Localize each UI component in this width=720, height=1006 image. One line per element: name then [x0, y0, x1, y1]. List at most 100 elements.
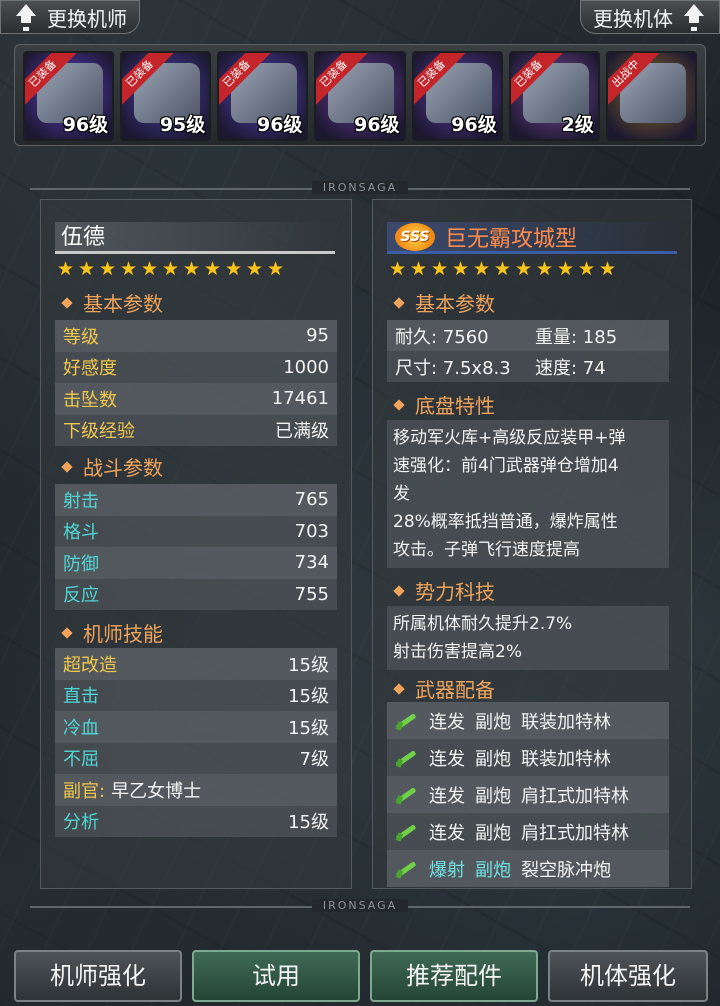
diamond-icon	[393, 398, 405, 411]
mech-stat-row: 尺寸: 7.5x8.3 速度: 74	[387, 351, 669, 382]
chassis-text-line: 发	[393, 484, 410, 504]
star-icon	[225, 260, 244, 279]
change-pilot-button[interactable]: 更换机师	[0, 0, 140, 34]
mech-chassis-title-label: 底盘特性	[415, 394, 495, 418]
stat-row: 分析 15级	[55, 806, 337, 838]
divider-bottom-label: IRONSAGA	[312, 899, 408, 912]
weapon-name: 肩扛式加特林	[521, 822, 629, 844]
star-icon	[78, 260, 97, 279]
weapon-row[interactable]: 连发 副炮 联装加特林	[387, 702, 669, 739]
stat-row: 击坠数 17461	[55, 383, 337, 415]
equipment-level: 96级	[354, 114, 400, 136]
star-icon	[389, 260, 408, 279]
adjutant-value: 早乙女博士	[111, 780, 202, 802]
faction-text-line: 所属机体耐久提升2.7%	[393, 614, 573, 634]
weapon-row[interactable]: 连发 副炮 联装加特林	[387, 739, 669, 776]
stat-label: 不屈	[63, 749, 99, 771]
mech-panel: SSS 巨无霸攻城型 基本参数 耐久: 7560 重量: 185 尺寸: 7.5x8…	[372, 199, 692, 889]
top-bar: 更换机师 更换机体	[0, 0, 720, 44]
pilot-enhance-button[interactable]: 机师强化	[14, 950, 182, 1002]
weapon-name: 联装加特林	[521, 748, 611, 770]
pilot-combat-title-label: 战斗参数	[83, 456, 163, 480]
star-icon	[183, 260, 202, 279]
stat-value: 734	[294, 552, 329, 574]
weapon-row[interactable]: 连发 副炮 肩扛式加特林	[387, 776, 669, 813]
star-icon	[120, 260, 139, 279]
mech-faction-desc: 所属机体耐久提升2.7% 射击伤害提高2%	[387, 606, 669, 670]
chassis-text-line: 移动军火库+高级反应装甲+弹	[393, 428, 626, 448]
recommend-parts-button[interactable]: 推荐配件	[370, 950, 538, 1002]
pilot-combat-block: 射击 765 格斗 703 防御 734 反应 755	[55, 484, 337, 610]
star-icon	[162, 260, 181, 279]
stat-row: 反应 755	[55, 579, 337, 611]
stat-value: 15级	[288, 686, 329, 708]
equipment-slot[interactable]: 已装备 96级	[314, 51, 406, 141]
pilot-skill-block: 超改造 15级 直击 15级 冷血 15级 不屈 7级 副官: 早乙女博士 分析 15级	[55, 648, 337, 837]
equipment-slot[interactable]: 已装备 95级	[120, 51, 212, 141]
trial-button[interactable]: 试用	[192, 950, 360, 1002]
weapon-mode: 连发	[429, 748, 465, 770]
upload-arrow-icon	[681, 4, 707, 30]
stat-row: 冷血 15级	[55, 711, 337, 743]
diamond-icon	[393, 296, 405, 309]
weapon-type: 副炮	[475, 822, 511, 844]
upload-arrow-icon	[13, 4, 39, 30]
diamond-icon	[393, 682, 405, 695]
star-icon	[473, 260, 492, 279]
mech-basic-title: 基本参数	[393, 288, 495, 317]
change-mech-label: 更换机体	[593, 6, 673, 31]
weapon-type: 副炮	[475, 785, 511, 807]
stat-row: 下级经验 已满级	[55, 415, 337, 447]
stat-label: 分析	[63, 812, 99, 834]
stat-label: 等级	[63, 326, 99, 348]
adjutant-row: 副官: 早乙女博士	[55, 774, 337, 806]
stat-row: 超改造 15级	[55, 648, 337, 680]
equipment-slot[interactable]: 出战中	[605, 51, 697, 141]
pilot-combat-title: 战斗参数	[61, 452, 163, 481]
mech-stats-block: 耐久: 7560 重量: 185 尺寸: 7.5x8.3 速度: 74	[387, 320, 669, 382]
chassis-text-line: 攻击。子弹飞行速度提高	[393, 540, 580, 560]
gun-icon	[393, 711, 419, 731]
equipment-slot[interactable]: 已装备 96级	[217, 51, 309, 141]
equipment-slot[interactable]: 已装备 96级	[411, 51, 503, 141]
weapon-name: 裂空脉冲炮	[521, 859, 611, 881]
equipment-strip: 已装备 96级 已装备 95级 已装备 96级 已装备 96级 已装备 96级 已装备 2级 出战中	[14, 44, 706, 146]
star-icon	[599, 260, 618, 279]
mech-chassis-title: 底盘特性	[393, 390, 495, 419]
stat-value: 15级	[288, 812, 329, 834]
mech-weapons-title: 武器配备	[393, 674, 495, 703]
stat-row: 直击 15级	[55, 680, 337, 712]
adjutant-label: 副官:	[63, 780, 106, 802]
star-icon	[99, 260, 118, 279]
star-icon	[452, 260, 471, 279]
stat-row: 防御 734	[55, 547, 337, 579]
stat-label: 直击	[63, 686, 99, 708]
stat-value: 已满级	[275, 421, 329, 443]
star-icon	[557, 260, 576, 279]
weapon-type: 副炮	[475, 859, 511, 881]
mech-stat: 重量: 185	[535, 326, 618, 348]
weapon-type: 副炮	[475, 711, 511, 733]
pilot-basic-title: 基本参数	[61, 288, 163, 317]
change-pilot-label: 更换机师	[47, 6, 127, 31]
stat-label: 下级经验	[63, 421, 135, 443]
change-mech-button[interactable]: 更换机体	[580, 0, 720, 34]
weapon-name: 肩扛式加特林	[521, 785, 629, 807]
stat-label: 防御	[63, 553, 99, 575]
stat-value: 95	[306, 325, 329, 347]
star-icon	[57, 260, 76, 279]
mech-enhance-button[interactable]: 机体强化	[548, 950, 708, 1002]
equipment-slot[interactable]: 已装备 96级	[23, 51, 115, 141]
stat-label: 射击	[63, 490, 99, 512]
stat-row: 格斗 703	[55, 516, 337, 548]
pilot-panel: 伍德 基本参数 等级95好感度1000击坠数17461下级经验已满级 战斗参数 …	[40, 199, 352, 889]
star-icon	[246, 260, 265, 279]
equipment-slot[interactable]: 已装备 2级	[508, 51, 600, 141]
mech-stars	[389, 260, 618, 279]
mech-stat-row: 耐久: 7560 重量: 185	[387, 320, 669, 351]
stat-value: 17461	[271, 388, 329, 410]
equipment-level: 96级	[256, 114, 303, 136]
diamond-icon	[393, 584, 405, 597]
weapon-row[interactable]: 爆射 副炮 裂空脉冲炮	[387, 850, 669, 887]
weapon-row[interactable]: 连发 副炮 肩扛式加特林	[387, 813, 669, 850]
